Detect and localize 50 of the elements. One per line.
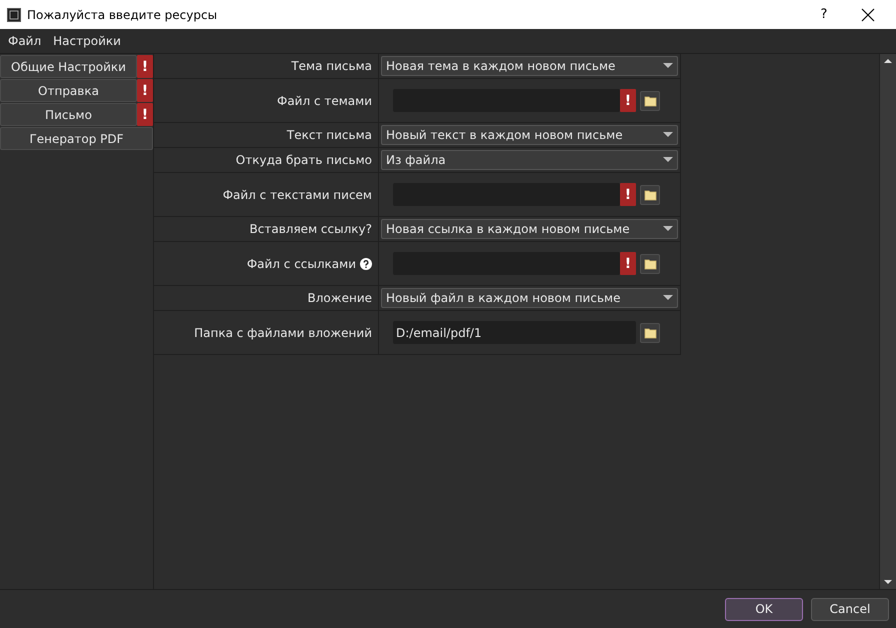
help-icon[interactable] bbox=[360, 258, 372, 270]
folder-icon bbox=[644, 188, 656, 200]
path-field[interactable]: D:/email/pdf/1 bbox=[393, 321, 636, 344]
caret-icon bbox=[663, 132, 673, 138]
ok-button[interactable]: OK bbox=[725, 598, 803, 620]
field-label: Папка с файлами вложений bbox=[194, 326, 372, 340]
menu-item[interactable]: Настройки bbox=[47, 34, 127, 48]
dropdown[interactable]: Новый файл в каждом новом письме bbox=[381, 288, 678, 308]
folder-icon bbox=[644, 326, 656, 338]
dropdown[interactable]: Из файла bbox=[381, 150, 678, 170]
path-field[interactable] bbox=[393, 252, 620, 275]
warning-badge: ! bbox=[620, 89, 636, 112]
dropdown[interactable]: Новый текст в каждом новом письме bbox=[381, 125, 678, 145]
path-field[interactable] bbox=[393, 89, 620, 112]
dropdown[interactable]: Новая ссылка в каждом новом письме bbox=[381, 219, 678, 239]
field-label: Вставляем ссылку? bbox=[250, 222, 372, 236]
path-field[interactable] bbox=[393, 183, 620, 206]
field-label: Файл с ссылками bbox=[246, 256, 356, 270]
caret-icon bbox=[663, 295, 673, 301]
app-logo-icon bbox=[7, 8, 21, 22]
folder-button[interactable] bbox=[640, 184, 660, 204]
warning-badge: ! bbox=[137, 103, 153, 126]
warning-badge: ! bbox=[137, 79, 153, 102]
field-label: Тема письма bbox=[291, 59, 372, 73]
warning-badge: ! bbox=[137, 55, 153, 78]
cancel-button[interactable]: Cancel bbox=[811, 598, 889, 620]
folder-button[interactable] bbox=[640, 322, 660, 342]
field-label: Откуда брать письмо bbox=[236, 153, 372, 167]
sidebar-item[interactable]: Общие Настройки bbox=[0, 55, 137, 78]
folder-icon bbox=[644, 94, 656, 106]
close-icon[interactable] bbox=[861, 8, 875, 22]
field-label: Файл с темами bbox=[276, 94, 372, 108]
warning-badge: ! bbox=[620, 183, 636, 206]
field-label: Текст письма bbox=[286, 128, 372, 142]
sidebar-item[interactable]: Генератор PDF bbox=[0, 127, 153, 150]
sidebar-item[interactable]: Отправка bbox=[0, 79, 137, 102]
dropdown[interactable]: Новая тема в каждом новом письме bbox=[381, 56, 678, 76]
caret-icon bbox=[663, 157, 673, 163]
menu-item[interactable]: Файл bbox=[2, 34, 48, 48]
field-label: Файл с текстами писем bbox=[222, 188, 372, 202]
caret-icon bbox=[663, 226, 673, 232]
folder-button[interactable] bbox=[640, 254, 660, 274]
folder-button[interactable] bbox=[640, 90, 660, 110]
window-title: Пожалуйста введите ресурсы bbox=[27, 8, 218, 22]
caret-icon bbox=[663, 63, 673, 69]
help-button[interactable]: ? bbox=[809, 7, 839, 22]
sidebar-item[interactable]: Письмо bbox=[0, 103, 137, 126]
folder-icon bbox=[644, 258, 656, 270]
warning-badge: ! bbox=[620, 252, 636, 275]
field-label: Вложение bbox=[308, 291, 372, 305]
